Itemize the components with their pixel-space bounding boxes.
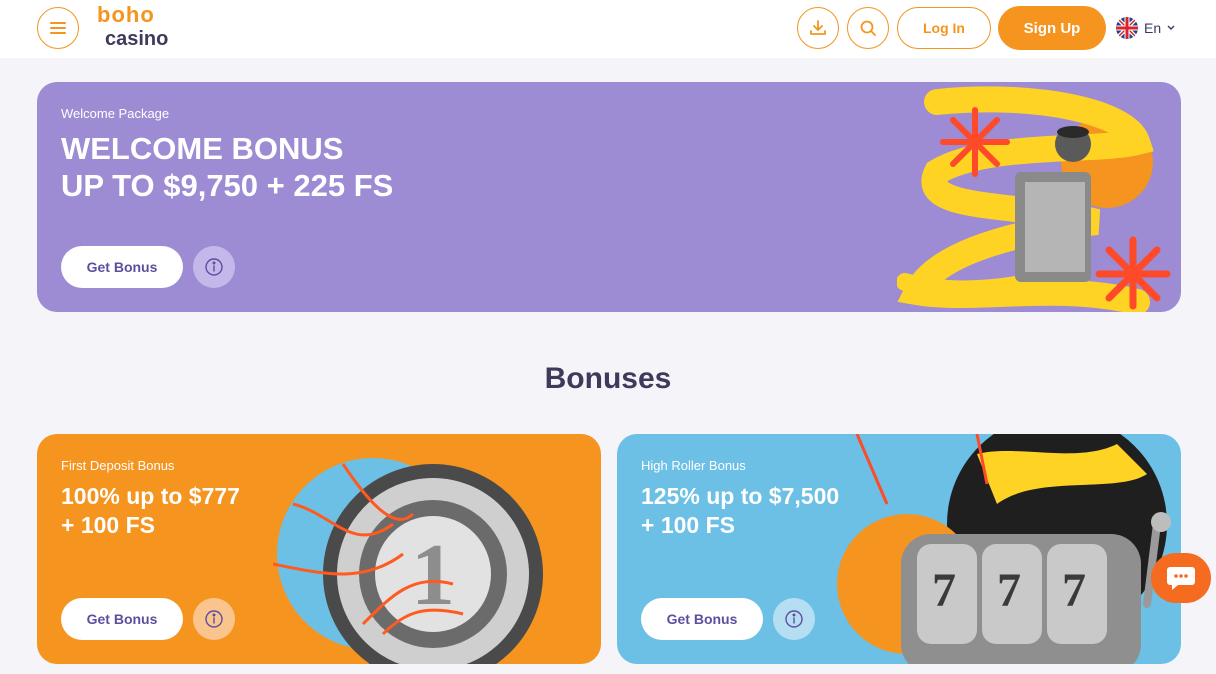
poker-chip-illustration: 1 [273, 458, 543, 664]
svg-text:7: 7 [997, 564, 1021, 617]
login-button[interactable]: Log In [897, 7, 991, 49]
card-title-line1: 125% up to $7,500 [641, 483, 840, 509]
menu-button[interactable] [37, 7, 79, 49]
signup-button[interactable]: Sign Up [998, 6, 1106, 50]
logo-bottom-text: casino [105, 28, 169, 50]
info-icon [785, 610, 803, 628]
card-eyebrow: High Roller Bonus [641, 458, 746, 473]
download-icon [810, 20, 826, 35]
card-eyebrow: First Deposit Bonus [61, 458, 175, 473]
hero-get-bonus-button[interactable]: Get Bonus [61, 246, 183, 288]
card-title-line2: + 100 FS [641, 512, 735, 538]
svg-text:7: 7 [932, 564, 956, 617]
search-button[interactable] [847, 7, 889, 49]
logo-top-text: boho [97, 2, 155, 27]
bonus-card-high-roller: 7 7 7 High Roller Bonus 125% up to $7,50… [617, 434, 1181, 664]
hero-illustration [897, 86, 1171, 312]
hero-eyebrow: Welcome Package [61, 106, 170, 121]
site-header: boho casino Log In Sign Up En [0, 0, 1216, 58]
bonus-card-first-deposit: 1 First Deposit Bonus 100% up to $777 + … [37, 434, 601, 664]
info-icon [205, 258, 223, 276]
svg-text:7: 7 [1062, 564, 1086, 617]
uk-flag-icon [1116, 17, 1138, 39]
card-title-line2: + 100 FS [61, 512, 155, 538]
card-info-button[interactable] [193, 598, 235, 640]
logo[interactable]: boho casino [97, 2, 177, 52]
card-get-bonus-button[interactable]: Get Bonus [61, 598, 183, 640]
card-info-button[interactable] [773, 598, 815, 640]
hero-title: WELCOME BONUS UP TO $9,750 + 225 FS [61, 130, 393, 204]
chevron-down-icon [1167, 25, 1175, 30]
language-selector[interactable]: En [1116, 17, 1175, 39]
welcome-banner: Welcome Package WELCOME BONUS UP TO $9,7… [37, 82, 1181, 312]
card-title: 125% up to $7,500 + 100 FS [641, 482, 839, 540]
info-icon [205, 610, 223, 628]
section-title: Bonuses [544, 362, 672, 395]
hero-info-button[interactable] [193, 246, 235, 288]
card-get-bonus-button[interactable]: Get Bonus [641, 598, 763, 640]
slot-machine-illustration: 7 7 7 [837, 434, 1171, 664]
chat-button[interactable] [1151, 553, 1211, 603]
card-title-line1: 100% up to $777 [61, 483, 240, 509]
download-button[interactable] [797, 7, 839, 49]
chat-icon [1167, 567, 1195, 590]
hero-title-line2: UP TO $9,750 + 225 FS [61, 168, 394, 203]
card-title: 100% up to $777 + 100 FS [61, 482, 240, 540]
search-icon [860, 20, 876, 36]
menu-icon [50, 22, 66, 34]
hero-title-line1: WELCOME BONUS [61, 131, 344, 166]
language-label: En [1144, 20, 1162, 36]
